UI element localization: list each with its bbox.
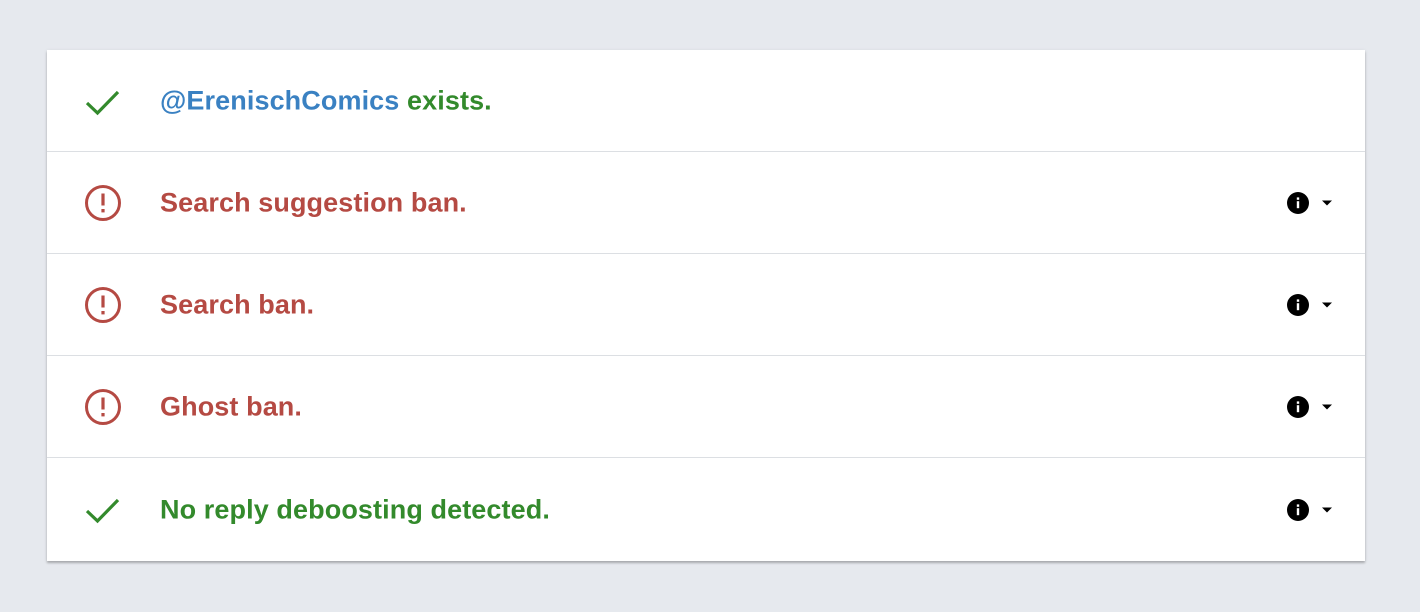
result-row-account-exists: @ErenischComics exists. <box>47 50 1365 152</box>
account-handle-link[interactable]: @ErenischComics <box>160 85 399 115</box>
result-label: Search ban. <box>160 289 315 319</box>
result-label: Ghost ban. <box>160 391 302 421</box>
result-row-search-ban: Search ban. <box>47 254 1365 356</box>
row-controls <box>1286 289 1333 321</box>
row-controls <box>1286 391 1333 423</box>
result-text: @ErenischComics exists. <box>160 85 492 116</box>
info-icon[interactable] <box>1286 498 1310 522</box>
caret-down-icon[interactable] <box>1321 299 1333 311</box>
caret-down-icon[interactable] <box>1321 401 1333 413</box>
results-card: @ErenischComics exists. Search suggestio… <box>47 50 1365 561</box>
check-icon <box>85 498 120 523</box>
result-row-ghost-ban: Ghost ban. <box>47 356 1365 458</box>
result-row-reply-deboosting: No reply deboosting detected. <box>47 458 1365 561</box>
result-label: Search suggestion ban. <box>160 187 467 217</box>
caret-down-icon[interactable] <box>1321 504 1333 516</box>
alert-circle-icon <box>85 286 121 323</box>
info-icon[interactable] <box>1286 293 1310 317</box>
check-icon <box>85 90 120 115</box>
caret-down-icon[interactable] <box>1321 197 1333 209</box>
info-icon[interactable] <box>1286 191 1310 215</box>
row-controls <box>1286 494 1333 526</box>
alert-circle-icon <box>85 388 121 425</box>
result-label: exists. <box>399 85 492 115</box>
result-row-search-suggestion-ban: Search suggestion ban. <box>47 152 1365 254</box>
row-controls <box>1286 187 1333 219</box>
result-label: No reply deboosting detected. <box>160 494 550 524</box>
alert-circle-icon <box>85 184 121 221</box>
info-icon[interactable] <box>1286 395 1310 419</box>
